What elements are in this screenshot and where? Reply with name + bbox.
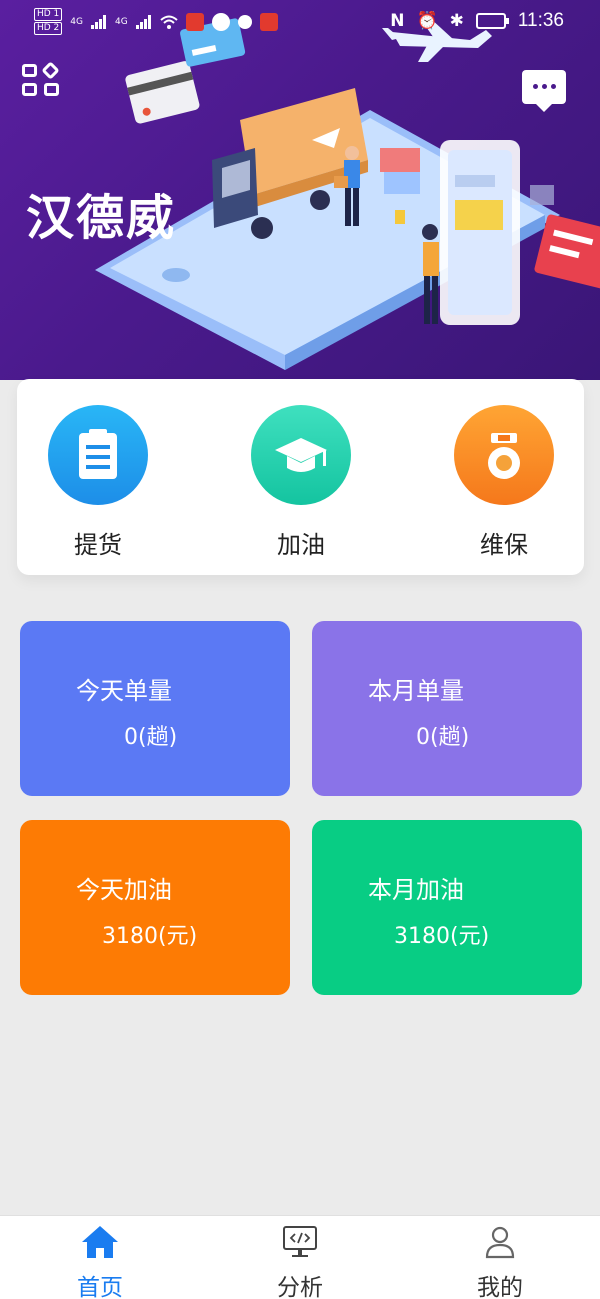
action-refuel[interactable]: 加油: [246, 405, 356, 560]
action-maintenance[interactable]: 维保: [449, 405, 559, 560]
stat-today-fuel-value: 3180(元): [102, 924, 198, 949]
graduation-cap-icon: [251, 405, 351, 505]
medal-icon: [454, 405, 554, 505]
nav-mine[interactable]: 我的: [440, 1224, 560, 1299]
chat-status-icon: [237, 14, 252, 29]
status-bar: HD 1 HD 2 4G 4G N ⏰ ✱ 11:36: [0, 0, 600, 44]
action-pickup-label: 提货: [74, 531, 122, 559]
stat-month-orders-title: 本月单量: [368, 677, 464, 705]
signal-bars-icon: [91, 14, 106, 29]
stat-month-fuel-value: 3180(元): [394, 924, 490, 949]
signal-bars-icon-2: [135, 14, 151, 29]
apps-grid-icon[interactable]: [22, 61, 62, 98]
signal-icon: 4G: [70, 16, 83, 27]
status-time: 11:36: [517, 10, 564, 31]
stat-month-orders[interactable]: 本月单量 0(趟): [312, 621, 582, 796]
nav-analysis[interactable]: 分析: [240, 1224, 360, 1299]
signal-icon-2: 4G: [115, 16, 128, 27]
status-right: N ⏰ ✱ 11:36: [390, 10, 564, 32]
user-icon: [480, 1224, 520, 1260]
quick-actions-card: 提货 加油 维保: [17, 379, 584, 575]
hd2-badge: HD 2: [34, 22, 63, 35]
stat-today-fuel[interactable]: 今天加油 3180(元): [20, 820, 290, 995]
stat-today-orders-title: 今天单量: [76, 677, 172, 705]
header-banner: HD 1 HD 2 4G 4G N ⏰ ✱ 11:36 汉德威: [0, 0, 600, 380]
chat-bubble-icon[interactable]: [522, 70, 566, 112]
stat-month-orders-value: 0(趟): [416, 725, 470, 750]
battery-icon: [475, 13, 509, 29]
nav-home[interactable]: 首页: [40, 1224, 160, 1299]
monitor-code-icon: [280, 1224, 320, 1260]
bluetooth-icon: ✱: [449, 11, 464, 31]
stat-today-orders-value: 0(趟): [124, 725, 178, 750]
app-notify-icon: [259, 12, 278, 31]
stat-today-orders[interactable]: 今天单量 0(趟): [20, 621, 290, 796]
hd1-badge: HD 1: [34, 8, 63, 21]
stat-today-fuel-title: 今天加油: [76, 876, 172, 904]
nav-mine-label: 我的: [477, 1275, 523, 1299]
news-app-icon: [185, 12, 204, 31]
qq-icon: [211, 12, 230, 31]
action-refuel-label: 加油: [277, 531, 325, 559]
action-maintenance-label: 维保: [480, 531, 528, 559]
clipboard-icon: [48, 405, 148, 505]
nfc-icon: N: [390, 11, 405, 31]
stat-month-fuel[interactable]: 本月加油 3180(元): [312, 820, 582, 995]
action-pickup[interactable]: 提货: [43, 405, 153, 560]
nav-analysis-label: 分析: [277, 1275, 323, 1299]
alarm-icon: ⏰: [416, 11, 438, 31]
page-title: 汉德威: [26, 190, 177, 246]
status-left: HD 1 HD 2 4G 4G: [34, 8, 278, 35]
home-icon: [80, 1224, 120, 1260]
stat-month-fuel-title: 本月加油: [368, 876, 464, 904]
bottom-nav: 首页 分析 我的: [0, 1215, 600, 1299]
wifi-icon: [160, 15, 178, 29]
nav-home-label: 首页: [77, 1275, 123, 1299]
